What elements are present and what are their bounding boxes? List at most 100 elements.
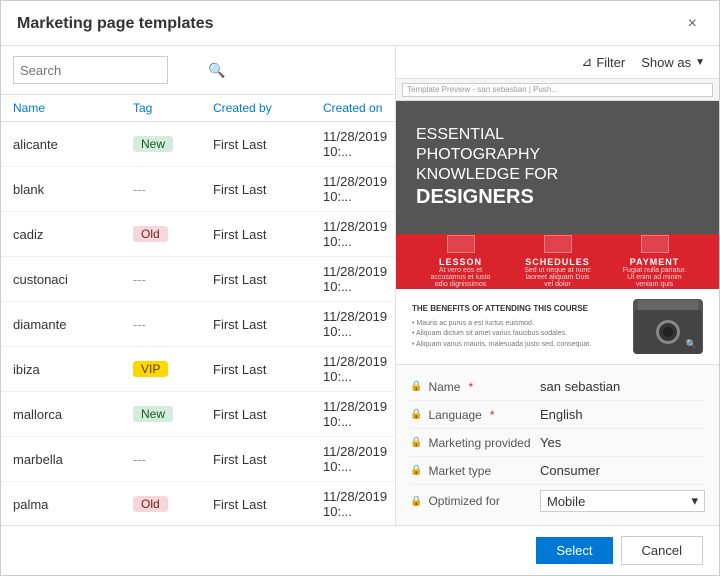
row-name: palma	[13, 497, 133, 512]
detail-row: 🔒Optimized for Mobile ▾	[410, 485, 705, 517]
right-panel: ⊿ Filter Show as ▼ Template Preview - sa…	[396, 46, 719, 525]
row-tag: VIP	[133, 361, 213, 377]
filter-label: Filter	[596, 55, 625, 70]
row-created-by: First Last	[213, 362, 323, 377]
table-row[interactable]: ibizaVIPFirst Last11/28/2019 10:...	[1, 347, 395, 392]
hero-text: ESSENTIAL PHOTOGRAPHY KNOWLEDGE FOR DESI…	[416, 126, 558, 209]
col-header-tag[interactable]: Tag	[133, 101, 213, 115]
row-created-on: 11/28/2019 10:...	[323, 264, 387, 294]
red-item-lesson: LESSON At vero eos et accusamus et iusto…	[426, 235, 496, 288]
close-button[interactable]: ×	[682, 13, 703, 35]
row-created-on: 11/28/2019 10:...	[323, 219, 387, 249]
row-created-on: 11/28/2019 10:...	[323, 174, 387, 204]
dialog-body: 🔍 Name Tag Created by Created on alicant…	[1, 46, 719, 525]
row-created-by: First Last	[213, 452, 323, 467]
schedules-label: SCHEDULES	[525, 257, 590, 267]
preview-top-bar: Template Preview - san sebastian | Push.…	[396, 79, 719, 101]
row-created-on: 11/28/2019 10:...	[323, 399, 387, 429]
detail-label: Marketing provided	[428, 436, 530, 450]
show-as-label: Show as	[641, 55, 691, 70]
table-row[interactable]: mallorcaNewFirst Last11/28/2019 10:...	[1, 392, 395, 437]
table-body: alicanteNewFirst Last11/28/2019 10:...bl…	[1, 122, 395, 525]
cancel-button[interactable]: Cancel	[621, 536, 703, 565]
detail-label-wrap: 🔒Language *	[410, 408, 540, 422]
detail-value: Consumer	[540, 463, 705, 478]
left-panel: 🔍 Name Tag Created by Created on alicant…	[1, 46, 396, 525]
dialog-footer: Select Cancel	[1, 525, 719, 575]
preview-text-block: THE BENEFITS OF ATTENDING THIS COURSE • …	[412, 303, 621, 351]
payment-text: Fugiat nulla pariatur. Ut enim ad minim …	[620, 267, 690, 288]
table-row[interactable]: palmaOldFirst Last11/28/2019 10:...	[1, 482, 395, 525]
row-created-by: First Last	[213, 227, 323, 242]
row-created-on: 11/28/2019 10:...	[323, 354, 387, 384]
row-name: ibiza	[13, 362, 133, 377]
camera-lens	[656, 320, 680, 344]
dropdown-chevron-icon: ▾	[691, 493, 698, 509]
lock-icon: 🔒	[410, 437, 422, 448]
preview-url-bar: Template Preview - san sebastian | Push.…	[402, 83, 713, 97]
row-name: diamante	[13, 317, 133, 332]
lesson-text: At vero eos et accusamus et iusto odio d…	[426, 267, 496, 288]
detail-row: 🔒Name *san sebastian	[410, 373, 705, 401]
row-created-by: First Last	[213, 272, 323, 287]
lock-icon: 🔒	[410, 381, 422, 392]
red-item-payment: PAYMENT Fugiat nulla pariatur. Ut enim a…	[620, 235, 690, 288]
col-header-name[interactable]: Name	[13, 101, 133, 115]
row-name: cadiz	[13, 227, 133, 242]
row-created-by: First Last	[213, 182, 323, 197]
row-name: marbella	[13, 452, 133, 467]
row-created-on: 11/28/2019 10:...	[323, 489, 387, 519]
details-section: 🔒Name *san sebastian🔒Language *English🔒M…	[396, 364, 719, 525]
table-row[interactable]: diamante---First Last11/28/2019 10:...	[1, 302, 395, 347]
detail-row: 🔒Marketing providedYes	[410, 429, 705, 457]
preview-content: ESSENTIAL PHOTOGRAPHY KNOWLEDGE FOR DESI…	[396, 101, 719, 364]
row-tag: ---	[133, 182, 213, 197]
lesson-icon	[447, 235, 475, 253]
table-row[interactable]: custonaci---First Last11/28/2019 10:...	[1, 257, 395, 302]
detail-row: 🔒Language *English	[410, 401, 705, 429]
select-button[interactable]: Select	[536, 537, 612, 564]
right-top-bar: ⊿ Filter Show as ▼	[396, 46, 719, 79]
table-row[interactable]: cadizOldFirst Last11/28/2019 10:...	[1, 212, 395, 257]
hero-line2: PHOTOGRAPHY	[416, 146, 558, 164]
detail-row: 🔒 Market type Consumer	[410, 457, 705, 485]
benefits-heading: THE BENEFITS OF ATTENDING THIS COURSE	[412, 303, 621, 315]
preview-url-text: Template Preview - san sebastian | Push.…	[407, 85, 558, 94]
marketing-templates-dialog: Marketing page templates × 🔍 Name Tag Cr…	[0, 0, 720, 576]
table-row[interactable]: alicanteNewFirst Last11/28/2019 10:...	[1, 122, 395, 167]
col-header-created-by[interactable]: Created by	[213, 101, 323, 115]
camera-lens-inner	[663, 327, 673, 337]
hero-line4: DESIGNERS	[416, 186, 558, 209]
benefits-body: • Mauris ac purus a est luctus euismod. …	[412, 319, 621, 351]
show-as-button[interactable]: Show as ▼	[641, 55, 705, 70]
table-row[interactable]: marbella---First Last11/28/2019 10:...	[1, 437, 395, 482]
preview-mock: Template Preview - san sebastian | Push.…	[396, 79, 719, 364]
detail-dropdown[interactable]: Mobile ▾	[540, 490, 705, 512]
col-header-created-on[interactable]: Created on	[323, 101, 383, 115]
detail-label: Market type	[428, 464, 491, 478]
camera-image: 🔍	[633, 299, 703, 354]
preview-white-section: THE BENEFITS OF ATTENDING THIS COURSE • …	[396, 289, 719, 364]
row-tag: Old	[133, 226, 213, 242]
hero-line3: KNOWLEDGE FOR	[416, 166, 558, 184]
filter-icon: ⊿	[581, 54, 592, 70]
table-row[interactable]: blank---First Last11/28/2019 10:...	[1, 167, 395, 212]
row-name: custonaci	[13, 272, 133, 287]
row-created-by: First Last	[213, 407, 323, 422]
row-name: blank	[13, 182, 133, 197]
detail-label: Name	[428, 380, 460, 394]
row-created-by: First Last	[213, 317, 323, 332]
red-item-schedules: SCHEDULES Sed ut neque at nunc laoreet a…	[523, 235, 593, 288]
lock-icon: 🔒	[410, 465, 422, 476]
search-input[interactable]	[14, 61, 202, 80]
row-name: mallorca	[13, 407, 133, 422]
required-indicator: *	[468, 380, 473, 394]
row-tag: New	[133, 406, 213, 422]
detail-label: Optimized for	[428, 494, 499, 508]
detail-value: Mobile	[547, 494, 585, 509]
search-icon-button[interactable]: 🔍	[202, 60, 231, 81]
preview-area: Template Preview - san sebastian | Push.…	[396, 79, 719, 364]
detail-label-wrap: 🔒Optimized for	[410, 494, 540, 508]
filter-button[interactable]: ⊿ Filter	[581, 54, 625, 70]
detail-label: Language	[428, 408, 481, 422]
